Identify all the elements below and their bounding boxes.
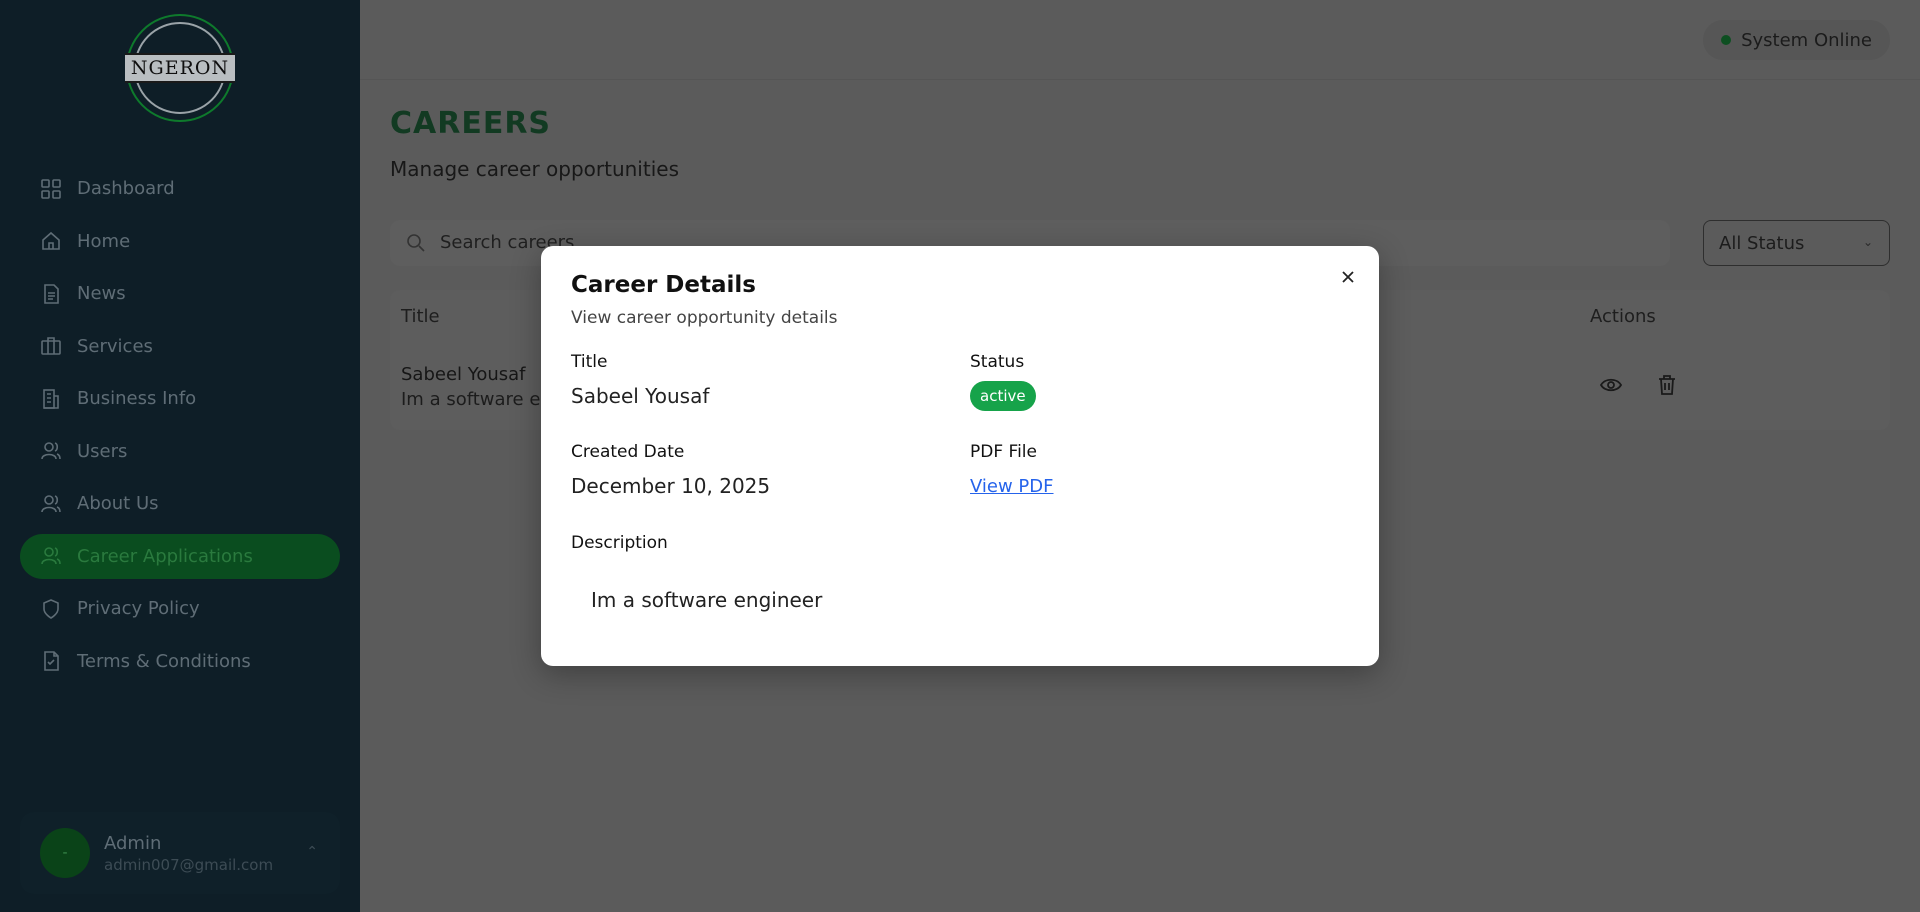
eye-icon[interactable] xyxy=(1599,374,1623,396)
value-title: Sabeel Yousaf xyxy=(571,384,710,408)
column-header-actions: Actions xyxy=(1590,306,1656,327)
modal-subtitle: View career opportunity details xyxy=(571,308,838,328)
user-email: admin007@gmail.com xyxy=(104,855,274,874)
row-title: Sabeel Yousaf xyxy=(401,364,526,385)
building-icon xyxy=(40,388,62,410)
sidebar-item-label: Services xyxy=(77,335,153,357)
label-created-date: Created Date xyxy=(571,442,685,462)
status-filter-value: All Status xyxy=(1719,232,1805,254)
trash-icon[interactable] xyxy=(1656,374,1678,396)
sidebar-item-label: News xyxy=(77,283,126,304)
sidebar-nav: Dashboard Home News Services Business In… xyxy=(20,166,340,691)
row-description: Im a software en xyxy=(401,389,552,410)
chevron-up-icon: ⌃ xyxy=(306,844,318,860)
sidebar-item-label: Dashboard xyxy=(77,178,175,199)
sidebar-item-label: Users xyxy=(77,440,128,462)
avatar: - xyxy=(40,828,90,878)
home-icon xyxy=(40,230,62,252)
system-status-badge: System Online xyxy=(1703,20,1890,60)
chevron-down-icon: ⌄ xyxy=(1862,235,1873,249)
shield-icon xyxy=(40,598,62,620)
sidebar-item-dashboard[interactable]: Dashboard xyxy=(20,166,340,211)
sidebar-item-services[interactable]: Services xyxy=(20,324,340,369)
sidebar-item-label: Home xyxy=(77,230,131,252)
briefcase-icon xyxy=(40,335,62,357)
sidebar-item-label: Business Info xyxy=(77,388,197,409)
sidebar-item-news[interactable]: News xyxy=(20,271,340,316)
sidebar-item-label: About Us xyxy=(77,493,159,514)
sidebar-item-privacy-policy[interactable]: Privacy Policy xyxy=(20,586,340,631)
grid-icon xyxy=(40,178,62,200)
top-bar: System Online xyxy=(360,0,1920,80)
users-icon xyxy=(40,440,62,462)
user-name: Admin xyxy=(104,832,162,854)
label-pdf-file: PDF File xyxy=(970,442,1037,462)
status-dot-icon xyxy=(1721,35,1732,45)
sidebar-item-users[interactable]: Users xyxy=(20,429,340,474)
sidebar-item-label: Privacy Policy xyxy=(77,598,200,619)
label-title: Title xyxy=(571,352,608,372)
modal-title: Career Details xyxy=(571,272,756,298)
column-header-title: Title xyxy=(401,306,440,327)
label-description: Description xyxy=(571,533,668,553)
sidebar-item-about-us[interactable]: About Us xyxy=(20,481,340,526)
page-subtitle: Manage career opportunities xyxy=(390,157,679,181)
users-icon xyxy=(40,545,62,567)
status-filter-select[interactable]: All Status ⌄ xyxy=(1703,220,1890,266)
status-badge: active xyxy=(970,381,1036,411)
sidebar-item-terms-conditions[interactable]: Terms & Conditions xyxy=(20,639,340,684)
page-title: CAREERS xyxy=(390,106,552,141)
user-menu[interactable]: - Admin admin007@gmail.com ⌃ xyxy=(20,812,340,894)
document-icon xyxy=(40,283,62,305)
value-created-date: December 10, 2025 xyxy=(571,474,771,498)
view-pdf-link[interactable]: View PDF xyxy=(970,476,1054,497)
label-status: Status xyxy=(970,352,1025,372)
system-status-text: System Online xyxy=(1741,29,1872,51)
logo-text: NGERON xyxy=(124,53,236,83)
file-icon xyxy=(40,650,62,672)
sidebar: NGERON Dashboard Home News Services Busi… xyxy=(0,0,360,912)
sidebar-item-career-applications[interactable]: Career Applications xyxy=(20,533,340,579)
sidebar-item-home[interactable]: Home xyxy=(20,219,340,264)
sidebar-item-business-info[interactable]: Business Info xyxy=(20,376,340,421)
users-icon xyxy=(40,493,62,515)
sidebar-item-label: Career Applications xyxy=(77,545,253,567)
close-icon[interactable] xyxy=(1337,266,1359,288)
sidebar-item-label: Terms & Conditions xyxy=(77,650,251,672)
search-icon xyxy=(406,233,426,253)
value-description: Im a software engineer xyxy=(591,588,823,612)
career-details-modal: Career Details View career opportunity d… xyxy=(541,246,1379,666)
brand-logo[interactable]: NGERON xyxy=(124,14,236,122)
